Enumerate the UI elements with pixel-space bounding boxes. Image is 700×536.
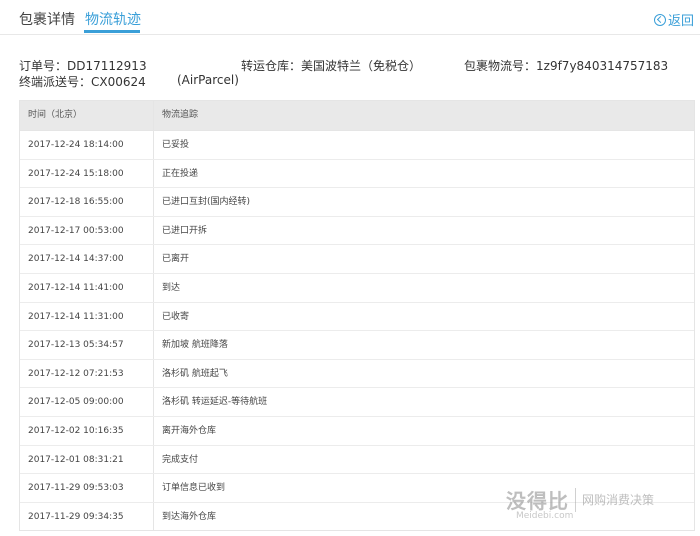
table-row: 2017-12-24 18:14:00 已妥投 xyxy=(20,131,694,160)
row-status: 完成支付 xyxy=(162,454,199,465)
active-tab-underline xyxy=(84,30,140,33)
order-value: DD17112913 xyxy=(67,59,147,73)
row-time: 2017-12-13 05:34:57 xyxy=(20,331,154,359)
watermark-site: Meidebi.com xyxy=(516,511,574,521)
back-link[interactable]: 返回 xyxy=(653,10,694,29)
warehouse-value: 美国波特兰（免税仓） xyxy=(301,59,422,73)
final-label: 终端派送号： xyxy=(19,75,92,89)
watermark-logo: 没得比 xyxy=(506,489,569,513)
row-time: 2017-12-01 08:31:21 xyxy=(20,445,154,474)
watermark: 没得比 Meidebi.com 网购消费决策 xyxy=(506,485,655,521)
row-status: 已收寄 xyxy=(162,311,190,322)
row-status: 订单信息已收到 xyxy=(162,483,226,494)
row-status: 离开海外仓库 xyxy=(162,425,217,436)
parcel-label: 包裹物流号： xyxy=(464,59,537,73)
tab-bar: 包裹详情 物流轨迹 返回 xyxy=(0,0,700,35)
table-row: 2017-12-12 07:21:53 洛杉矶 航班起飞 xyxy=(20,359,694,389)
parcel-tracking-number: 包裹物流号：1z9f7y840314757183 xyxy=(464,57,668,74)
table-body: 2017-12-24 18:14:00 已妥投 2017-12-24 15:18:0… xyxy=(20,131,694,531)
row-time: 2017-12-12 07:21:53 xyxy=(20,359,154,388)
parcel-value: 1z9f7y840314757183 xyxy=(536,59,669,73)
order-number: 订单号：DD17112913 xyxy=(19,57,147,74)
header-time: 时间（北京） xyxy=(20,101,154,130)
table-row: 2017-12-18 16:55:00 已进口互封(国内经转) xyxy=(20,188,694,217)
row-time: 2017-12-18 16:55:00 xyxy=(20,188,154,216)
row-status: 到达 xyxy=(162,282,181,293)
warehouse-label: 转运仓库： xyxy=(241,59,302,73)
tab-logistics-tracking[interactable]: 物流轨迹 xyxy=(85,9,141,29)
table-row: 2017-12-05 09:00:00 洛杉矶 转运延迟-等待航班 xyxy=(20,388,694,417)
tab-package-detail[interactable]: 包裹详情 xyxy=(19,9,75,29)
row-status: 正在投递 xyxy=(162,168,199,179)
table-header: 时间（北京） 物流追踪 xyxy=(20,101,694,131)
row-time: 2017-12-05 09:00:00 xyxy=(20,388,154,416)
order-label: 订单号： xyxy=(19,59,68,73)
row-time: 2017-12-24 18:14:00 xyxy=(20,131,154,159)
row-time: 2017-12-02 10:16:35 xyxy=(20,416,154,445)
row-status: 已离开 xyxy=(162,254,190,265)
table-row: 2017-12-02 10:16:35 离开海外仓库 xyxy=(20,416,694,446)
chevron-left-icon xyxy=(653,13,666,26)
table-row: 2017-12-24 15:18:00 正在投递 xyxy=(20,159,694,189)
row-status: 已进口互封(国内经转) xyxy=(162,197,251,208)
page: 包裹详情 物流轨迹 返回 订单号：DD17112913 转运仓库：美国波特兰（免… xyxy=(0,0,700,536)
carrier-name: (AirParcel) xyxy=(177,73,239,87)
row-time: 2017-12-14 11:31:00 xyxy=(20,302,154,331)
table-row: 2017-12-14 11:41:00 到达 xyxy=(20,273,694,303)
row-status: 洛杉矶 航班起飞 xyxy=(162,368,228,379)
table-row: 2017-12-14 14:37:00 已离开 xyxy=(20,245,694,274)
row-status: 新加坡 航班降落 xyxy=(162,340,228,351)
row-time: 2017-11-29 09:53:03 xyxy=(20,474,154,502)
final-value: CX00624 xyxy=(91,75,146,89)
row-time: 2017-12-14 14:37:00 xyxy=(20,245,154,273)
row-time: 2017-12-17 00:53:00 xyxy=(20,216,154,245)
row-status: 已进口开拆 xyxy=(162,225,208,236)
final-delivery-number: 终端派送号：CX00624 xyxy=(19,73,146,90)
row-time: 2017-11-29 09:34:35 xyxy=(20,502,154,531)
back-label: 返回 xyxy=(667,14,694,29)
transfer-warehouse: 转运仓库：美国波特兰（免税仓） xyxy=(241,57,421,74)
table-row: 2017-12-13 05:34:57 新加坡 航班降落 xyxy=(20,331,694,360)
header-tracking: 物流追踪 xyxy=(162,110,199,120)
row-status: 洛杉矶 转运延迟-等待航班 xyxy=(162,397,268,408)
table-row: 2017-12-01 08:31:21 完成支付 xyxy=(20,445,694,475)
row-time: 2017-12-14 11:41:00 xyxy=(20,273,154,302)
tracking-table: 时间（北京） 物流追踪 2017-12-24 18:14:00 已妥投 2017-1… xyxy=(19,100,695,532)
watermark-divider xyxy=(575,487,576,512)
table-row: 2017-12-14 11:31:00 已收寄 xyxy=(20,302,694,332)
row-status: 到达海外仓库 xyxy=(162,511,217,522)
table-row: 2017-12-17 00:53:00 已进口开拆 xyxy=(20,216,694,246)
watermark-slogan: 网购消费决策 xyxy=(582,493,655,507)
row-time: 2017-12-24 15:18:00 xyxy=(20,159,154,188)
row-status: 已妥投 xyxy=(162,140,190,150)
